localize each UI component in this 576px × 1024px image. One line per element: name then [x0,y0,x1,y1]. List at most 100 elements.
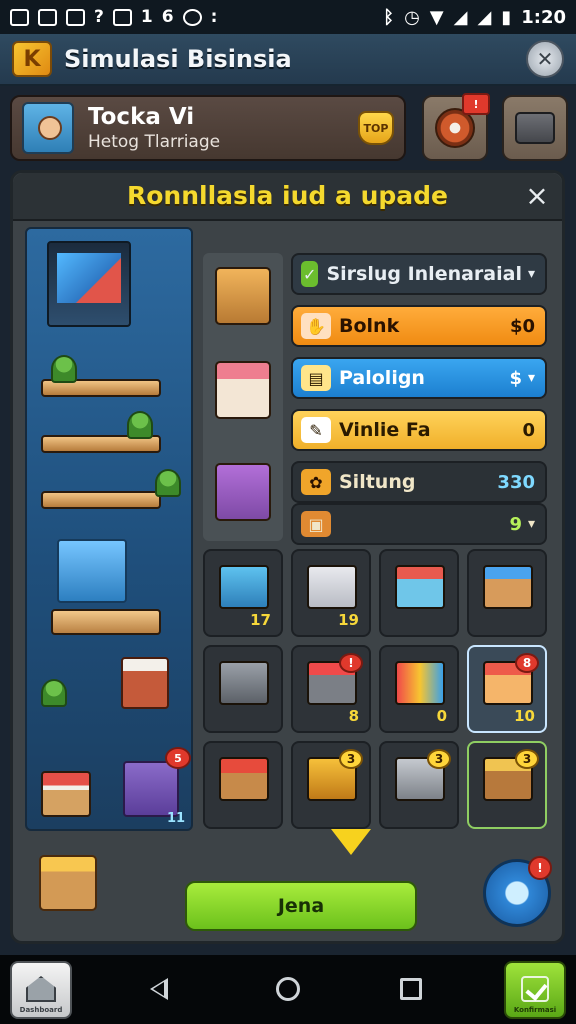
cell-badge: 3 [339,749,363,769]
sync-icon: 6 [161,7,174,27]
dashboard-tab[interactable]: Dashboard [10,961,72,1019]
cell-badge: 3 [427,749,451,769]
machine-category[interactable] [215,463,271,521]
row-value: 330 [497,471,535,493]
gamepad-icon [182,8,202,26]
cell-badge: 8 [515,653,539,673]
grid-cell-selected[interactable]: 8 10 [467,645,547,733]
alarm-icon: ◷ [404,6,420,28]
storefront-icon [395,565,445,609]
grid-cell[interactable]: 17 [203,549,283,637]
dashboard-label: Dashboard [19,1006,63,1014]
row-marketing[interactable]: ✎ Vinlie Fa 0 [291,409,547,451]
booth-category[interactable] [215,361,271,419]
recent-apps-icon[interactable] [400,978,422,1000]
message-icon [112,8,132,26]
search-badge: ! [528,856,552,880]
cell-count: 17 [250,611,271,629]
app-title: Simulasi Bisinsia [64,45,292,73]
row-value: 9 [509,513,522,535]
pointer-arrow-icon [331,829,371,855]
store-text: Tocka Vi Hetog Tlarriage [88,103,220,153]
grid-cell[interactable]: 3 [379,741,459,829]
plant-icon [127,411,153,439]
store-card[interactable]: Tocka Vi Hetog Tlarriage TOP [10,95,406,161]
row-supply[interactable]: ▣ 9 ▾ [291,503,547,545]
grid-cell[interactable] [467,549,547,637]
row-catalog[interactable]: ▤ Palolign $ ▾ [291,357,547,399]
bluetooth-icon: ᛒ [383,6,395,28]
confirm-upgrade-button[interactable]: Jena [185,881,417,931]
store-scene[interactable]: 5 11 [25,227,193,831]
home-circle-icon[interactable] [276,977,300,1001]
wifi-icon: ▼ [429,6,444,28]
chart-icon [38,8,57,26]
reward-alert-badge: ! [462,93,490,115]
crate-category[interactable] [215,267,271,325]
pen-icon: ✎ [301,417,331,443]
confirm-tab[interactable]: Konfirmasi [504,961,566,1019]
scene-count: 11 [167,811,186,826]
tv-display [47,241,131,327]
reward-button[interactable]: ! [422,93,490,161]
scene-badge: 5 [165,747,191,769]
rank-badge: TOP [358,111,394,145]
cell-count: 8 [348,707,359,725]
chevron-down-icon: ▾ [527,266,535,282]
status-left: ? 1 6 : [10,7,217,27]
close-icon[interactable]: × [522,181,552,211]
row-inventory[interactable]: ✓ Sirslug Inlenaraial ▾ [291,253,547,295]
clock: 1:20 [521,6,566,28]
mail-icon [66,8,85,26]
grid-cell[interactable]: 3 [291,741,371,829]
box-icon: ▣ [301,511,331,537]
gift-crate-icon[interactable] [39,855,97,911]
row-label: Bolnk [339,315,400,337]
grid-cell[interactable] [203,741,283,829]
row-bank[interactable]: ✋ Bolnk $0 [291,305,547,347]
grid-cell[interactable]: 19 [291,549,371,637]
search-button[interactable]: ! [483,856,552,927]
cell-badge: ! [339,653,363,673]
status-bar: ? 1 6 : ᛒ ◷ ▼ ◢ ◢ ▮ 1:20 [0,0,576,34]
modal-header: Ronnllasla iud a upade × [13,173,562,221]
navigation-bar: Dashboard Konfirmasi [0,955,576,1024]
back-icon[interactable] [148,977,172,1001]
store-avatar [22,102,74,154]
store-name: Tocka Vi [88,104,195,130]
cell-count: 0 [436,707,447,725]
grid-cell[interactable]: ! 8 [291,645,371,733]
cart-icon [219,661,269,705]
grid-cell[interactable] [203,645,283,733]
category-column [203,253,283,541]
stall-icon [483,565,533,609]
storage-button[interactable] [502,95,568,161]
kiosk-screen [57,539,127,603]
house-icon [26,976,56,1002]
battery-icon: ▮ [501,6,512,28]
hand-icon: ✋ [301,313,331,339]
row-label: Palolign [339,367,425,389]
potted-plant-icon [41,679,67,707]
market-stall-icon [41,771,91,817]
grid-cell[interactable]: 3 [467,741,547,829]
settings-button[interactable]: ✕ [526,40,564,78]
checkmark-icon [521,976,549,1002]
row-value: 0 [522,419,535,441]
treasure-chest-icon [123,761,179,817]
row-value: $0 [509,315,535,337]
app-logo: K [12,41,52,77]
shelf-bottom [41,491,161,509]
row-setting[interactable]: ✿ Siltung 330 [291,461,547,503]
chevron-down-icon: ▾ [527,370,535,386]
help-icon: ? [94,7,104,27]
store-subtitle: Hetog Tlarriage [88,132,221,152]
status-right: ᛒ ◷ ▼ ◢ ◢ ▮ 1:20 [383,7,566,28]
grid-cell[interactable]: 0 [379,645,459,733]
signal-2-icon: ◢ [477,6,492,28]
check-icon: ✓ [301,261,319,287]
more-icon: : [210,7,218,27]
row-label: Siltung [339,471,416,493]
confirm-label: Konfirmasi [513,1006,557,1014]
grid-cell[interactable] [379,549,459,637]
